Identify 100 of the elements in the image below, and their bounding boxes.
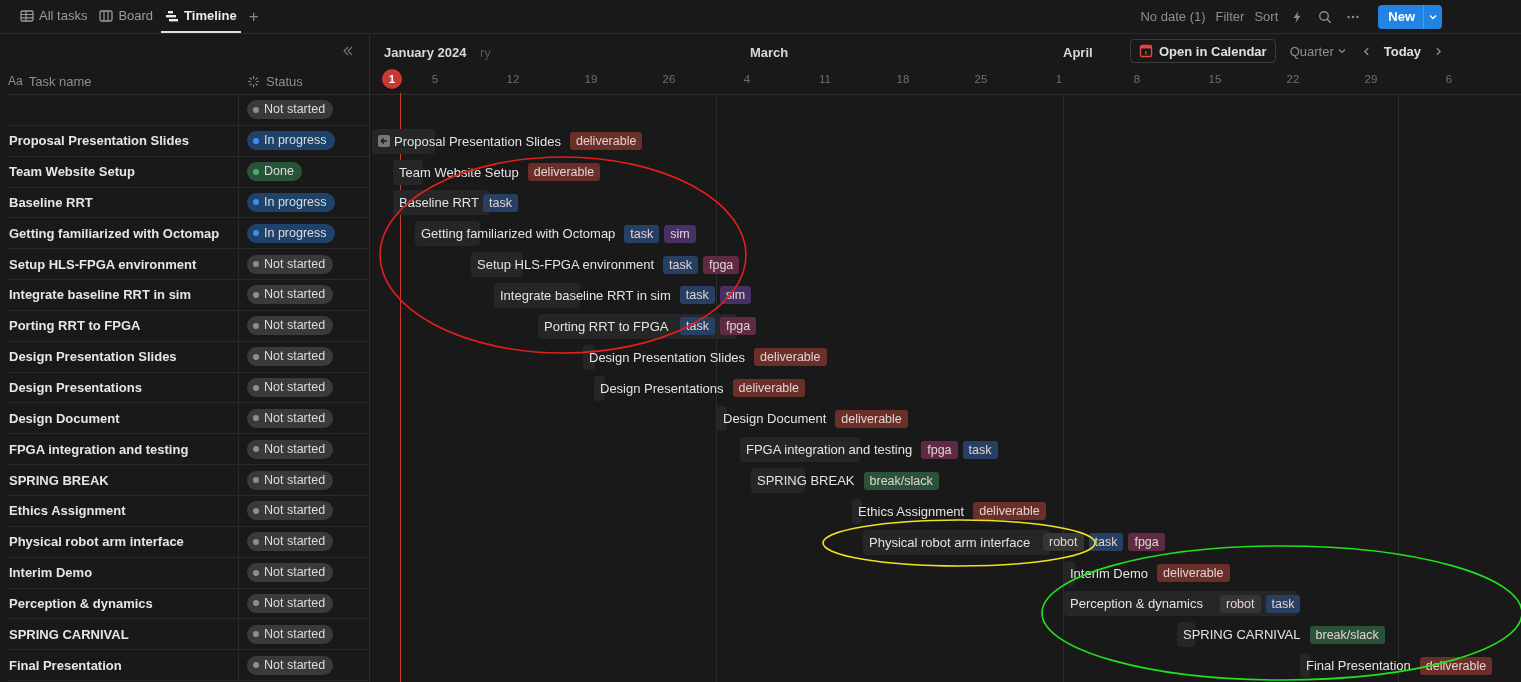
open-in-calendar-button[interactable]: Open in Calendar bbox=[1130, 39, 1276, 63]
timeline-bar[interactable]: Proposal Presentation Slides bbox=[372, 128, 565, 154]
today-marker: 1 bbox=[382, 69, 402, 89]
status-badge[interactable]: Not started bbox=[247, 532, 334, 552]
task-name[interactable]: FPGA integration and testing bbox=[8, 441, 189, 457]
status-badge[interactable]: Not started bbox=[247, 563, 334, 583]
month-label: April bbox=[1063, 45, 1093, 60]
status-icon bbox=[247, 74, 260, 88]
status-badge[interactable]: Not started bbox=[247, 439, 334, 459]
table-icon bbox=[20, 8, 34, 23]
task-name[interactable]: Team Website Setup bbox=[8, 164, 135, 180]
day-label: 18 bbox=[895, 72, 911, 87]
chevron-down-icon bbox=[1336, 46, 1347, 56]
tag: deliverable bbox=[973, 502, 1046, 521]
timeline-bar[interactable]: Design Presentations bbox=[594, 375, 728, 401]
tag: task bbox=[1088, 533, 1124, 552]
status-badge[interactable]: Not started bbox=[247, 408, 334, 428]
search-icon[interactable] bbox=[1318, 9, 1333, 24]
column-header[interactable]: Task name bbox=[28, 73, 92, 89]
timeline-bar[interactable]: Design Document bbox=[717, 406, 831, 432]
task-name[interactable]: Baseline RRT bbox=[8, 194, 93, 210]
task-name[interactable]: Ethics Assignment bbox=[8, 503, 126, 519]
zoom-dropdown[interactable]: Quarter bbox=[1289, 43, 1347, 59]
tag: sim bbox=[664, 224, 696, 243]
calendar-icon bbox=[1139, 44, 1153, 58]
timeline-bar[interactable]: SPRING CARNIVAL bbox=[1177, 622, 1305, 648]
task-name[interactable]: Final Presentation bbox=[8, 657, 122, 673]
status-badge[interactable]: Not started bbox=[247, 285, 334, 305]
task-name[interactable]: Interim Demo bbox=[8, 565, 93, 581]
day-label: 29 bbox=[1363, 72, 1379, 87]
status-badge[interactable]: Not started bbox=[247, 100, 334, 120]
tag: task bbox=[663, 255, 698, 274]
day-label: 11 bbox=[818, 72, 832, 87]
tag: task bbox=[679, 286, 715, 305]
timeline-bar[interactable]: Ethics Assignment bbox=[852, 498, 969, 524]
today-button[interactable]: Today bbox=[1379, 43, 1426, 59]
columns-icon bbox=[99, 8, 114, 23]
view-tab[interactable]: Board bbox=[95, 0, 158, 33]
status-badge[interactable]: Done bbox=[247, 162, 302, 182]
tag: deliverable bbox=[1419, 656, 1493, 675]
status-badge[interactable]: Not started bbox=[247, 347, 334, 367]
task-name[interactable]: Proposal Presentation Slides bbox=[8, 133, 189, 149]
timeline-bar[interactable]: Final Presentation bbox=[1300, 653, 1415, 679]
task-name[interactable]: Integrate baseline RRT in sim bbox=[8, 287, 192, 303]
view-tab[interactable]: All tasks bbox=[16, 0, 92, 33]
status-badge[interactable]: In progress bbox=[247, 131, 335, 151]
task-name[interactable]: Design Document bbox=[8, 410, 120, 426]
collapse-icon[interactable] bbox=[341, 44, 355, 58]
timeline-bar[interactable]: Integrate baseline RRT in sim bbox=[494, 283, 675, 308]
timeline-bar[interactable]: Getting familiarized with Octomap bbox=[415, 221, 620, 247]
tag: deliverable bbox=[835, 409, 908, 428]
tag: break/slack bbox=[863, 471, 939, 490]
task-name[interactable]: SPRING BREAK bbox=[8, 472, 109, 488]
timeline-bar[interactable]: FPGA integration and testing bbox=[740, 437, 917, 463]
timeline-bar[interactable]: SPRING BREAK bbox=[751, 468, 859, 494]
tag: deliverable bbox=[1157, 564, 1230, 583]
task-name[interactable]: Design Presentations bbox=[8, 380, 142, 395]
month-label: ry bbox=[480, 45, 491, 60]
status-badge[interactable]: In progress bbox=[247, 192, 335, 212]
tag: fpga bbox=[921, 440, 958, 459]
tag: break/slack bbox=[1309, 625, 1385, 644]
tag: fpga bbox=[1128, 533, 1165, 552]
view-tab[interactable]: Timeline bbox=[161, 0, 241, 33]
tag: deliverable bbox=[569, 132, 643, 151]
task-name[interactable]: SPRING CARNIVAL bbox=[8, 626, 129, 642]
new-dropdown-button[interactable] bbox=[1423, 4, 1442, 29]
status-badge[interactable]: Not started bbox=[247, 316, 334, 336]
status-badge[interactable]: Not started bbox=[247, 593, 334, 613]
status-badge[interactable]: In progress bbox=[247, 223, 335, 243]
filter-button[interactable]: Filter bbox=[1215, 9, 1245, 24]
task-name[interactable]: Getting familiarized with Octomap bbox=[8, 225, 220, 241]
day-label: 19 bbox=[583, 72, 599, 87]
arrow-left-icon[interactable] bbox=[378, 135, 390, 148]
tag: task bbox=[624, 224, 660, 243]
tag: robot bbox=[1043, 533, 1084, 552]
add-view-button[interactable]: + bbox=[244, 0, 263, 33]
task-name[interactable]: Design Presentation Slides bbox=[8, 349, 177, 365]
status-badge[interactable]: Not started bbox=[247, 470, 334, 490]
status-badge[interactable]: Not started bbox=[247, 254, 334, 274]
day-label: 15 bbox=[1207, 72, 1223, 87]
status-badge[interactable]: Not started bbox=[247, 501, 334, 521]
no-date-button[interactable]: No date (1) bbox=[1140, 9, 1206, 24]
day-label: 8 bbox=[1132, 72, 1142, 87]
day-label: 22 bbox=[1285, 72, 1301, 87]
status-badge[interactable]: Not started bbox=[247, 624, 334, 644]
day-label: 1 bbox=[1054, 72, 1064, 87]
tag: task bbox=[680, 317, 715, 336]
status-badge[interactable]: Not started bbox=[247, 655, 334, 675]
timeline-bar[interactable]: Setup HLS-FPGA environment bbox=[471, 252, 659, 278]
column-header[interactable]: Status bbox=[266, 73, 303, 89]
task-name[interactable]: Porting RRT to FPGA bbox=[8, 318, 141, 334]
status-badge[interactable]: Not started bbox=[247, 378, 334, 397]
task-name[interactable]: Physical robot arm interface bbox=[8, 534, 184, 550]
sort-button[interactable]: Sort bbox=[1254, 9, 1279, 24]
timeline-bar[interactable]: Design Presentation Slides bbox=[583, 344, 750, 370]
task-name[interactable]: Setup HLS-FPGA environment bbox=[8, 256, 197, 272]
new-button[interactable]: New bbox=[1378, 4, 1423, 29]
task-name[interactable]: Perception & dynamics bbox=[8, 595, 153, 611]
tag: deliverable bbox=[527, 163, 601, 182]
tag: task bbox=[483, 193, 518, 212]
